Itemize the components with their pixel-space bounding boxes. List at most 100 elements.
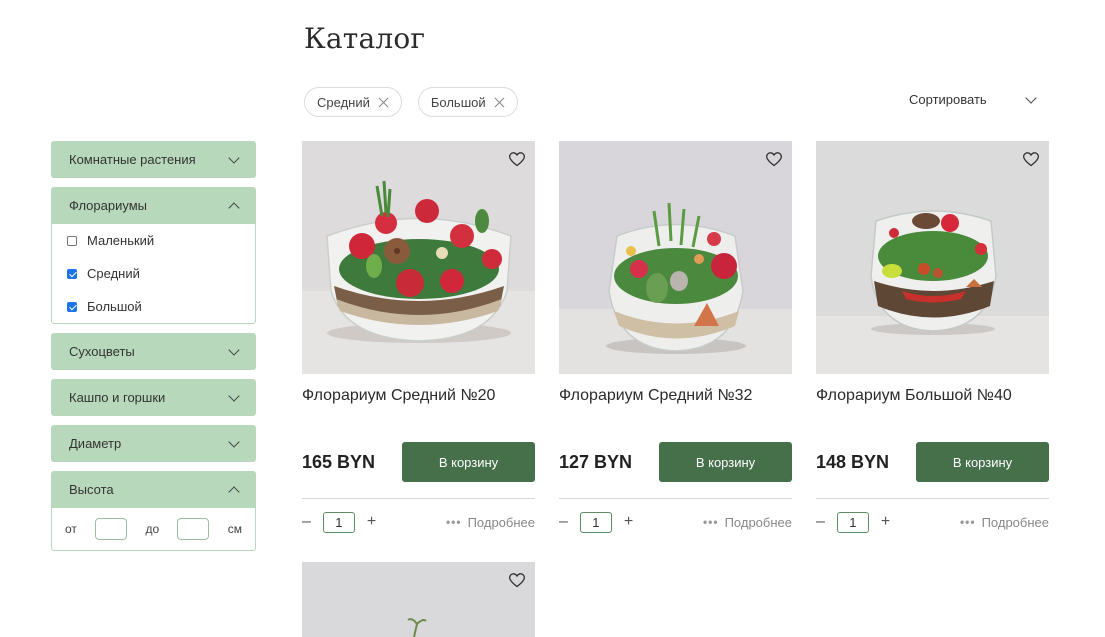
filter-header[interactable]: Высота — [51, 471, 256, 508]
product-card: Флорариум Средний №20 165 BYN В корзину … — [302, 141, 535, 533]
option-label: Большой — [87, 299, 142, 314]
divider — [816, 498, 1049, 499]
product-title[interactable]: Флорариум Большой №40 — [816, 387, 1049, 405]
height-from-input[interactable] — [95, 518, 128, 540]
quantity-row: – 1 + ••• Подробнее — [816, 511, 1049, 533]
buy-row: 148 BYN В корзину — [816, 442, 1049, 482]
details-label: Подробнее — [981, 514, 1049, 530]
filter-header[interactable]: Флорариумы — [51, 187, 256, 224]
quantity-stepper: – 1 + — [559, 511, 633, 533]
product-price: 127 BYN — [559, 451, 633, 472]
filter-option-large[interactable]: Большой — [52, 290, 255, 323]
filter-option-medium[interactable]: Средний — [52, 257, 255, 290]
checkbox[interactable] — [67, 268, 77, 279]
quantity-input[interactable]: 1 — [322, 511, 355, 533]
buy-row: 165 BYN В корзину — [302, 442, 535, 482]
chevron-down-icon — [228, 151, 240, 164]
height-range: от до см — [51, 508, 256, 551]
filter-header-label: Высота — [69, 482, 114, 497]
heart-icon[interactable] — [766, 152, 782, 167]
product-card: Флорариум Большой №40 148 BYN В корзину … — [816, 141, 1049, 533]
chevron-down-icon — [228, 435, 240, 448]
quantity-stepper: – 1 + — [302, 511, 376, 533]
product-image[interactable] — [302, 562, 535, 637]
product-image[interactable] — [559, 141, 792, 374]
filter-header-label: Флорариумы — [69, 198, 147, 213]
quantity-row: – 1 + ••• Подробнее — [302, 511, 535, 533]
chevron-down-icon — [228, 343, 240, 356]
divider — [559, 498, 792, 499]
filter-chip-medium[interactable]: Средний — [304, 87, 402, 117]
close-icon[interactable] — [494, 97, 505, 108]
add-to-cart-button[interactable]: В корзину — [659, 442, 792, 482]
product-image[interactable] — [816, 141, 1049, 374]
filter-header-label: Комнатные растения — [69, 152, 196, 167]
minus-button[interactable]: – — [302, 513, 311, 531]
product-price: 165 BYN — [302, 451, 376, 472]
height-to-input[interactable] — [177, 518, 210, 540]
quantity-input[interactable]: 1 — [579, 511, 612, 533]
range-unit: см — [227, 522, 242, 536]
close-icon[interactable] — [378, 97, 389, 108]
add-to-cart-button[interactable]: В корзину — [916, 442, 1049, 482]
divider — [302, 498, 535, 499]
filter-group-houseplants: Комнатные растения — [51, 141, 256, 178]
minus-button[interactable]: – — [816, 513, 825, 531]
filter-sidebar: Комнатные растения Флорариумы Маленький … — [51, 141, 256, 560]
details-label: Подробнее — [724, 514, 792, 530]
filter-option-small[interactable]: Маленький — [52, 224, 255, 257]
buy-row: 127 BYN В корзину — [559, 442, 792, 482]
details-label: Подробнее — [467, 514, 535, 530]
filter-header[interactable]: Диаметр — [51, 425, 256, 462]
active-filters: Средний Большой — [304, 87, 518, 117]
filter-group-florariums: Флорариумы Маленький Средний Большой — [51, 187, 256, 324]
add-to-cart-button[interactable]: В корзину — [402, 442, 535, 482]
filter-header-label: Диаметр — [69, 436, 122, 451]
chevron-up-icon — [228, 201, 240, 214]
more-dots-icon: ••• — [959, 515, 976, 529]
details-link[interactable]: ••• Подробнее — [703, 515, 792, 530]
filter-chip-large[interactable]: Большой — [417, 87, 518, 117]
plus-button[interactable]: + — [624, 513, 633, 531]
product-card — [302, 562, 535, 637]
filter-header[interactable]: Комнатные растения — [51, 141, 256, 178]
checkbox[interactable] — [67, 301, 77, 312]
filter-chip-label: Большой — [430, 94, 486, 110]
filter-group-dried-flowers: Сухоцветы — [51, 333, 256, 370]
heart-icon[interactable] — [509, 573, 525, 588]
checkbox[interactable] — [67, 235, 77, 246]
quantity-stepper: – 1 + — [816, 511, 890, 533]
sort-label: Сортировать — [909, 92, 987, 107]
heart-icon[interactable] — [1023, 152, 1039, 167]
details-link[interactable]: ••• Подробнее — [446, 515, 535, 530]
filter-options: Маленький Средний Большой — [51, 224, 256, 324]
product-title[interactable]: Флорариум Средний №20 — [302, 387, 535, 405]
filter-header-label: Сухоцветы — [69, 344, 135, 359]
chevron-up-icon — [228, 485, 240, 498]
product-price: 148 BYN — [816, 451, 890, 472]
chevron-down-icon — [1025, 91, 1037, 104]
heart-icon[interactable] — [509, 152, 525, 167]
filter-header[interactable]: Кашпо и горшки — [51, 379, 256, 416]
plus-button[interactable]: + — [881, 513, 890, 531]
quantity-input[interactable]: 1 — [836, 511, 869, 533]
page-title: Каталог — [304, 22, 426, 55]
plus-button[interactable]: + — [367, 513, 376, 531]
details-link[interactable]: ••• Подробнее — [960, 515, 1049, 530]
range-to-label: до — [145, 522, 160, 536]
sort-dropdown[interactable]: Сортировать — [909, 91, 1037, 107]
filter-group-diameter: Диаметр — [51, 425, 256, 462]
more-dots-icon: ••• — [445, 515, 462, 529]
option-label: Средний — [87, 266, 140, 281]
filter-header-label: Кашпо и горшки — [69, 390, 166, 405]
product-title[interactable]: Флорариум Средний №32 — [559, 387, 792, 405]
filter-group-height: Высота от до см — [51, 471, 256, 551]
filter-header[interactable]: Сухоцветы — [51, 333, 256, 370]
filter-chip-label: Средний — [317, 94, 370, 110]
product-image[interactable] — [302, 141, 535, 374]
more-dots-icon: ••• — [702, 515, 719, 529]
product-card: Флорариум Средний №32 127 BYN В корзину … — [559, 141, 792, 533]
range-from-label: от — [65, 522, 77, 536]
chevron-down-icon — [228, 389, 240, 402]
minus-button[interactable]: – — [559, 513, 568, 531]
